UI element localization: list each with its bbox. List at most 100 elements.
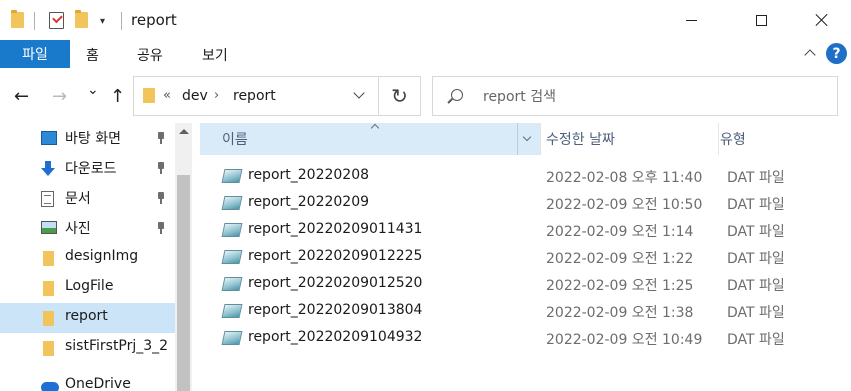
- file-row[interactable]: report_20220209012225 2022-02-09 오전 1:22…: [200, 245, 851, 272]
- search-box[interactable]: [432, 76, 838, 116]
- file-row[interactable]: report_20220209104932 2022-02-09 오전 10:4…: [200, 326, 851, 353]
- file-list: 이름 수정한 날짜 유형 report_20220208 2022-02-08 …: [200, 123, 851, 391]
- nav-item-downloads[interactable]: 다운로드: [0, 153, 175, 183]
- file-name: report_20220209: [248, 194, 370, 210]
- folder-icon: [43, 341, 54, 356]
- search-input[interactable]: [483, 87, 823, 107]
- tab-home[interactable]: 홈: [86, 45, 99, 65]
- pin-icon: [156, 132, 166, 144]
- nav-item-logfile[interactable]: LogFile: [0, 273, 175, 303]
- dat-file-icon: [221, 277, 243, 291]
- file-name: report_20220209012520: [248, 275, 423, 291]
- column-header-date[interactable]: 수정한 날짜: [540, 123, 718, 155]
- file-row[interactable]: report_20220209 2022-02-09 오전 10:50 DAT …: [200, 191, 851, 218]
- file-date: 2022-02-09 오전 1:22: [546, 251, 694, 267]
- file-row[interactable]: report_20220209011431 2022-02-09 오전 1:14…: [200, 218, 851, 245]
- customize-quick-access-icon[interactable]: ▾: [100, 16, 105, 27]
- nav-item-label: 다운로드: [65, 161, 117, 177]
- new-folder-icon[interactable]: [75, 10, 88, 28]
- file-name: report_20220209013804: [248, 302, 423, 318]
- maximize-button[interactable]: [738, 0, 784, 40]
- folder-icon: [43, 281, 54, 296]
- breadcrumb-overflow[interactable]: «: [163, 88, 171, 103]
- up-button[interactable]: ↑: [110, 86, 125, 107]
- recent-locations-button[interactable]: ⌄: [87, 82, 99, 98]
- nav-item-pictures[interactable]: 사진: [0, 213, 175, 243]
- title-bar: ▾ report: [0, 0, 851, 40]
- nav-item-label: 사진: [65, 221, 91, 237]
- breadcrumb-dev[interactable]: dev: [182, 88, 208, 104]
- folder-icon: [11, 10, 24, 28]
- dat-file-icon: [221, 331, 243, 345]
- divider: [121, 12, 122, 30]
- nav-item-documents[interactable]: 문서: [0, 183, 175, 213]
- nav-item-label: report: [65, 308, 108, 324]
- file-date: 2022-02-09 오전 10:49: [546, 332, 703, 348]
- file-name: report_20220208: [248, 167, 370, 183]
- breadcrumb-separator[interactable]: ›: [214, 88, 219, 103]
- breadcrumb-report[interactable]: report: [233, 88, 276, 104]
- window-title: report: [131, 11, 177, 29]
- nav-item-label: designImg: [65, 248, 139, 264]
- properties-icon[interactable]: [49, 12, 64, 29]
- navigation-pane: 바탕 화면 다운로드 문서 사진 designImg LogFile repor…: [0, 123, 175, 391]
- tab-file[interactable]: 파일: [0, 40, 70, 68]
- onedrive-icon: [41, 382, 59, 391]
- divider: [517, 123, 518, 155]
- column-header-label: 이름: [222, 132, 248, 148]
- file-date: 2022-02-09 오전 1:14: [546, 224, 694, 240]
- dat-file-icon: [221, 304, 243, 318]
- folder-icon: [43, 251, 54, 266]
- column-header-name[interactable]: 이름: [200, 123, 540, 155]
- address-history-icon[interactable]: [354, 91, 364, 101]
- minimize-icon: [685, 19, 697, 21]
- tab-share[interactable]: 공유: [137, 45, 163, 65]
- expand-ribbon-icon[interactable]: [805, 47, 815, 57]
- file-type: DAT 파일: [727, 278, 785, 294]
- nav-item-label: 문서: [65, 191, 91, 207]
- divider: [34, 12, 35, 30]
- file-name: report_20220209011431: [248, 221, 423, 237]
- refresh-button[interactable]: ↻: [379, 76, 421, 116]
- desktop-icon: [41, 131, 57, 145]
- help-icon[interactable]: ?: [826, 43, 847, 64]
- nav-item-onedrive[interactable]: OneDrive: [0, 371, 175, 391]
- forward-button[interactable]: →: [52, 86, 67, 107]
- minimize-button[interactable]: [668, 0, 714, 40]
- dat-file-icon: [221, 250, 243, 264]
- folder-icon: [43, 311, 54, 326]
- scrollbar-thumb[interactable]: [177, 175, 190, 391]
- pin-icon: [156, 162, 166, 174]
- file-row[interactable]: report_20220209013804 2022-02-09 오전 1:38…: [200, 299, 851, 326]
- file-date: 2022-02-08 오후 11:40: [546, 170, 703, 186]
- file-type: DAT 파일: [727, 305, 785, 321]
- file-row[interactable]: report_20220209012520 2022-02-09 오전 1:25…: [200, 272, 851, 299]
- file-type: DAT 파일: [727, 251, 785, 267]
- tab-view[interactable]: 보기: [202, 45, 228, 65]
- column-header-label: 유형: [720, 132, 746, 148]
- nav-item-sistfirstprj[interactable]: sistFirstPrj_3_2: [0, 333, 175, 363]
- refresh-icon: ↻: [391, 84, 408, 108]
- column-header-label: 수정한 날짜: [546, 132, 615, 148]
- file-row[interactable]: report_20220208 2022-02-08 오후 11:40 DAT …: [200, 164, 851, 191]
- scroll-up-icon[interactable]: [179, 129, 189, 134]
- column-filter-icon[interactable]: [524, 135, 532, 143]
- nav-item-desktop[interactable]: 바탕 화면: [0, 123, 175, 153]
- nav-item-designimg[interactable]: designImg: [0, 243, 175, 273]
- address-bar[interactable]: « dev › report: [133, 76, 379, 116]
- nav-item-label: 바탕 화면: [65, 131, 121, 147]
- sort-ascending-icon: [372, 123, 380, 131]
- dat-file-icon: [221, 196, 243, 210]
- ribbon-tabs: 파일 홈 공유 보기 ?: [0, 40, 851, 68]
- pictures-icon: [41, 221, 57, 234]
- search-icon: [451, 89, 463, 101]
- folder-icon: [143, 88, 155, 103]
- navigation-scrollbar[interactable]: [175, 123, 192, 391]
- dat-file-icon: [221, 223, 243, 237]
- file-name: report_20220209104932: [248, 329, 423, 345]
- column-header-type[interactable]: 유형: [718, 123, 851, 155]
- maximize-icon: [755, 14, 767, 26]
- back-button[interactable]: ←: [14, 86, 29, 107]
- nav-item-report[interactable]: report: [0, 303, 175, 333]
- close-button[interactable]: [799, 0, 845, 40]
